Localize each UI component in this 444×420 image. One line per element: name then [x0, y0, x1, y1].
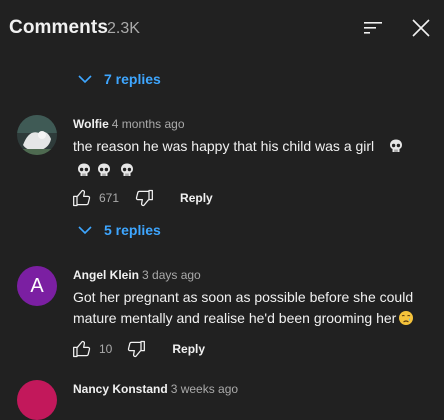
- sort-button[interactable]: [361, 16, 385, 40]
- sort-icon: [364, 22, 382, 34]
- replies-label: 5 replies: [104, 222, 161, 238]
- panel-title: Comments: [9, 17, 108, 38]
- comment-header: Angel Klein 3 days ago: [73, 268, 201, 282]
- author-name[interactable]: Angel Klein: [73, 268, 139, 282]
- close-button[interactable]: [409, 16, 433, 40]
- comments-header: Comments 2.3K: [0, 0, 444, 56]
- close-icon: [412, 19, 430, 37]
- skull-emoji-icon: [96, 162, 112, 184]
- comment-time[interactable]: 3 weeks ago: [171, 382, 238, 396]
- comment-time[interactable]: 3 days ago: [142, 268, 201, 282]
- thumbs-up-icon: [73, 189, 91, 207]
- dislike-button[interactable]: [134, 188, 154, 208]
- comment-time[interactable]: 4 months ago: [112, 117, 185, 131]
- avatar-letter: A: [30, 274, 44, 297]
- like-button[interactable]: [72, 339, 92, 359]
- author-name[interactable]: Wolfie: [73, 117, 109, 131]
- comment-actions: 671 Reply: [72, 186, 213, 210]
- comment-text: Got her pregnant as soon as possible bef…: [73, 287, 425, 332]
- author-name[interactable]: Nancy Konstand: [73, 382, 168, 396]
- like-button[interactable]: [72, 188, 92, 208]
- like-count: 671: [99, 191, 120, 205]
- view-replies-button[interactable]: 7 replies: [78, 71, 161, 87]
- comment-body: the reason he was happy that his child w…: [73, 138, 375, 154]
- comment-count: 2.3K: [107, 20, 140, 37]
- comment-header: Nancy Konstand 3 weeks ago: [73, 382, 238, 396]
- chevron-down-icon: [78, 226, 92, 235]
- thumbs-down-icon: [135, 189, 153, 207]
- skull-emoji-icon: [388, 138, 404, 160]
- reply-button[interactable]: Reply: [172, 342, 205, 356]
- comment-text: the reason he was happy that his child w…: [73, 136, 425, 184]
- chevron-down-icon: [78, 75, 92, 84]
- reply-button[interactable]: Reply: [180, 191, 213, 205]
- view-replies-button[interactable]: 5 replies: [78, 222, 161, 238]
- avatar[interactable]: [17, 115, 57, 155]
- comment-header: Wolfie 4 months ago: [73, 117, 185, 131]
- dislike-button[interactable]: [126, 339, 146, 359]
- crying-face-emoji-icon: [398, 310, 414, 332]
- skull-emoji-icon: [119, 162, 135, 184]
- comment-actions: 10 Reply: [72, 337, 205, 361]
- skull-emoji-icon: [76, 162, 92, 184]
- avatar[interactable]: [17, 380, 57, 420]
- comment-body: Got her pregnant as soon as possible bef…: [73, 289, 414, 326]
- avatar[interactable]: A: [17, 266, 57, 306]
- wolf-avatar-icon: [17, 115, 57, 155]
- thumbs-down-icon: [128, 340, 146, 358]
- thumbs-up-icon: [73, 340, 91, 358]
- like-count: 10: [99, 342, 113, 356]
- replies-label: 7 replies: [104, 71, 161, 87]
